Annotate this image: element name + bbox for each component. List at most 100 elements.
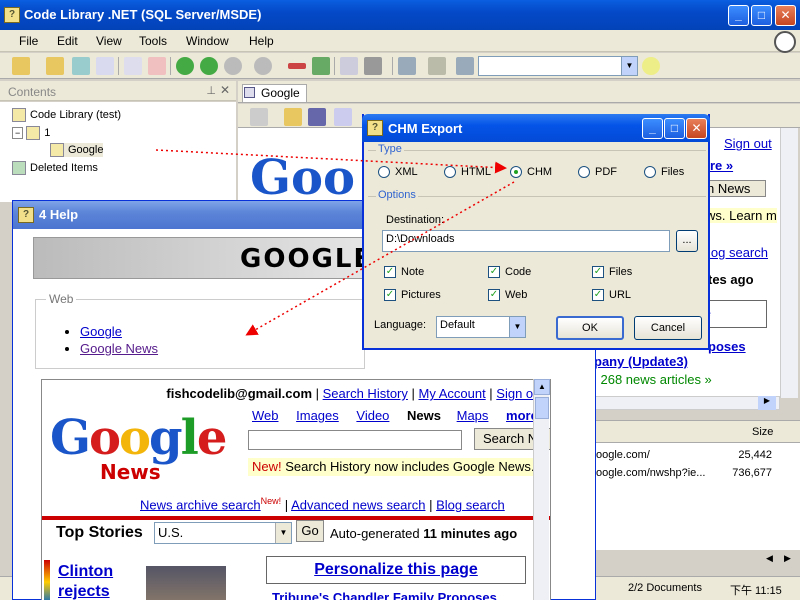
dialog-close-button[interactable]: ✕ xyxy=(686,118,707,139)
news-photo[interactable] xyxy=(146,566,226,600)
google-link[interactable]: Google xyxy=(80,324,122,339)
export-icon[interactable] xyxy=(456,57,474,75)
edit-icon[interactable] xyxy=(334,108,352,126)
up-icon[interactable] xyxy=(224,57,242,75)
search-news-button[interactable]: h News xyxy=(704,180,766,197)
radio-files[interactable]: Files xyxy=(644,166,684,179)
tree-item-library[interactable]: Code Library (test) xyxy=(12,108,121,122)
document-vscroll[interactable] xyxy=(780,128,798,398)
menu-view[interactable]: View xyxy=(96,34,122,48)
nav-maps[interactable]: Maps xyxy=(457,408,489,423)
scroll-thumb[interactable] xyxy=(535,397,549,419)
browse-button[interactable]: ... xyxy=(676,230,698,252)
learn-more-fragment[interactable]: ws. Learn m xyxy=(706,208,777,223)
refresh-icon[interactable] xyxy=(72,57,90,75)
update-link[interactable]: pany (Update3) xyxy=(594,354,688,369)
go-icon[interactable] xyxy=(642,57,660,75)
language-select[interactable]: Default ▼ xyxy=(436,316,526,338)
print-icon[interactable] xyxy=(364,57,382,75)
delete-icon[interactable] xyxy=(148,57,166,75)
radio-html[interactable]: HTML xyxy=(444,166,491,179)
copy-icon[interactable] xyxy=(340,57,358,75)
news-search-input[interactable] xyxy=(248,430,462,450)
expand-icon[interactable]: − xyxy=(12,126,24,139)
radio-chm[interactable]: CHM xyxy=(510,166,552,179)
nav-video[interactable]: Video xyxy=(356,408,389,423)
dialog-maximize-button[interactable]: □ xyxy=(664,118,685,139)
menu-edit[interactable]: Edit xyxy=(57,34,78,48)
chevron-down-icon[interactable]: ▼ xyxy=(621,57,637,75)
news-articles-link[interactable]: l 268 news articles » xyxy=(594,372,712,387)
checkbox-web[interactable]: ✓ Web xyxy=(488,289,527,302)
headline-link[interactable]: Clinton rejects xyxy=(58,562,128,600)
region-select[interactable]: U.S. ▼ xyxy=(154,522,292,544)
google-news-link[interactable]: Google News xyxy=(80,341,158,356)
web-legend: Web xyxy=(46,292,77,306)
tree-item-1[interactable]: −1 xyxy=(12,126,50,140)
radio-pdf[interactable]: PDF xyxy=(578,166,617,179)
archive-search-link[interactable]: News archive search xyxy=(140,497,261,512)
new-item-icon[interactable] xyxy=(124,57,142,75)
nav-web[interactable]: Web xyxy=(252,408,279,423)
destination-label: Destination: xyxy=(386,214,445,226)
tree-item-google[interactable]: Google xyxy=(50,143,104,157)
scroll-right-icon[interactable]: ▶ xyxy=(784,553,791,564)
folder-icon[interactable] xyxy=(46,57,64,75)
find-icon[interactable] xyxy=(308,108,326,126)
paste-icon[interactable] xyxy=(284,108,302,126)
back-icon[interactable] xyxy=(176,57,194,75)
size-column-header[interactable]: Size xyxy=(752,426,773,438)
chevron-down-icon[interactable]: ▼ xyxy=(275,523,291,543)
ok-button[interactable]: OK xyxy=(556,316,624,340)
pane-close-icon[interactable]: ✕ xyxy=(220,83,230,97)
checkbox-files[interactable]: ✓ Files xyxy=(592,266,632,279)
horizontal-scrollbar[interactable] xyxy=(594,396,780,410)
nav-images[interactable]: Images xyxy=(296,408,339,423)
file-row[interactable]: oogle.com/nwshp?ie... 736,677 xyxy=(594,465,800,483)
fullscreen-icon[interactable] xyxy=(398,57,416,75)
search-combo[interactable]: ▼ xyxy=(478,56,638,76)
blog-search-link[interactable]: log search xyxy=(708,245,768,260)
trash-icon xyxy=(12,161,26,175)
search-history-link[interactable]: Search History xyxy=(323,386,408,401)
menu-window[interactable]: Window xyxy=(186,34,229,48)
minus-icon[interactable] xyxy=(288,63,306,69)
checkbox-code[interactable]: ✓ Code xyxy=(488,266,531,279)
minimize-button[interactable]: _ xyxy=(728,5,749,26)
blog-search-link[interactable]: Blog search xyxy=(436,497,505,512)
chevron-down-icon[interactable]: ▼ xyxy=(509,317,525,337)
down-icon[interactable] xyxy=(254,57,272,75)
checkbox-pictures[interactable]: ✓ Pictures xyxy=(384,289,441,302)
radio-xml[interactable]: XML xyxy=(378,166,418,179)
menu-help[interactable]: Help xyxy=(249,34,274,48)
scroll-right-icon[interactable]: ▶ xyxy=(758,396,776,410)
copy-icon[interactable] xyxy=(250,108,268,126)
help-vscroll[interactable]: ▲ xyxy=(533,379,550,600)
cancel-button[interactable]: Cancel xyxy=(634,316,702,340)
destination-input[interactable]: D:\Downloads xyxy=(382,230,670,252)
go-button[interactable]: Go xyxy=(296,520,324,542)
menu-tools[interactable]: Tools xyxy=(139,34,167,48)
file-row[interactable]: oogle.com/ 25,442 xyxy=(594,447,800,465)
checkbox-note[interactable]: ✓ Note xyxy=(384,266,424,279)
indent-icon[interactable] xyxy=(312,57,330,75)
scroll-up-icon[interactable]: ▲ xyxy=(534,379,550,395)
checkbox-url[interactable]: ✓ URL xyxy=(592,289,631,302)
maximize-button[interactable]: □ xyxy=(751,5,772,26)
proposes-link[interactable]: poses xyxy=(708,339,746,354)
sign-out-link[interactable]: Sign out xyxy=(724,136,772,151)
personalize-link[interactable]: Personalize this page xyxy=(266,556,526,584)
menu-file[interactable]: File xyxy=(19,34,38,48)
advanced-search-link[interactable]: Advanced news search xyxy=(291,497,425,512)
tools-icon[interactable] xyxy=(428,57,446,75)
document-icon[interactable] xyxy=(96,57,114,75)
dialog-minimize-button[interactable]: _ xyxy=(642,118,663,139)
open-icon[interactable] xyxy=(12,57,30,75)
scroll-left-icon[interactable]: ◀ xyxy=(766,553,773,564)
pin-icon[interactable]: ⊥ xyxy=(206,84,216,97)
forward-icon[interactable] xyxy=(200,57,218,75)
my-account-link[interactable]: My Account xyxy=(418,386,485,401)
close-button[interactable]: ✕ xyxy=(775,5,796,26)
headline-link[interactable]: Tribune's Chandler Family Proposes xyxy=(272,590,497,600)
tree-item-deleted[interactable]: Deleted Items xyxy=(12,161,98,175)
